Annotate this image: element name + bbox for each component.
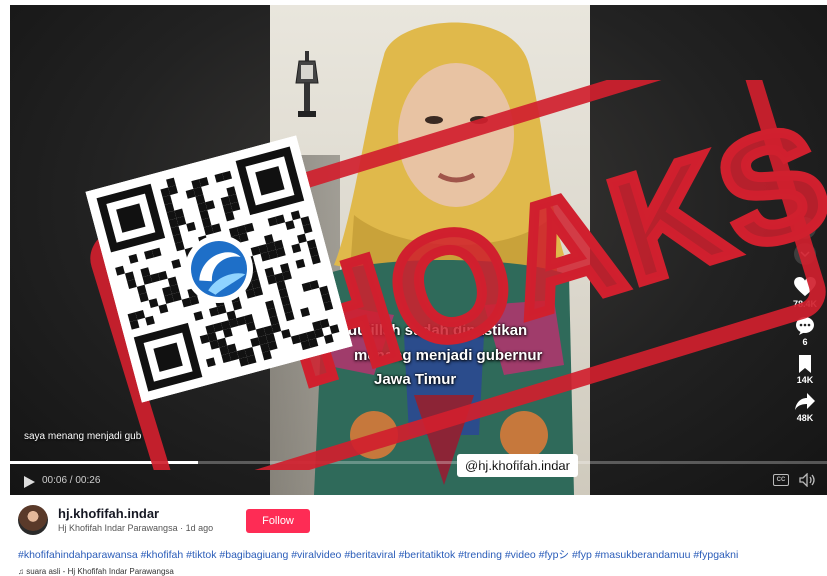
captions-toggle-button[interactable]: CC [773,474,789,486]
hashtags[interactable]: #khofifahindahparawansa #khofifah #tikto… [18,547,738,562]
music-credit[interactable]: ♫ suara asli - Hj Khofifah Indar Parawan… [18,567,174,576]
tiktok-post-page: dulillah sudah dipastikan menang menjadi… [0,0,827,576]
time-display: 00:06 / 00:26 [42,475,101,486]
avatar[interactable] [18,505,48,535]
video-player[interactable]: dulillah sudah dipastikan menang menjadi… [10,5,827,495]
play-icon[interactable] [22,475,36,489]
svg-text:HOAKS: HOAKS [263,91,827,416]
user-subline: Hj Khofifah Indar Parawangsa · 1d ago [58,523,214,533]
volume-icon[interactable] [799,473,817,487]
username[interactable]: hj.khofifah.indar [58,506,159,521]
follow-button[interactable]: Follow [246,509,310,533]
